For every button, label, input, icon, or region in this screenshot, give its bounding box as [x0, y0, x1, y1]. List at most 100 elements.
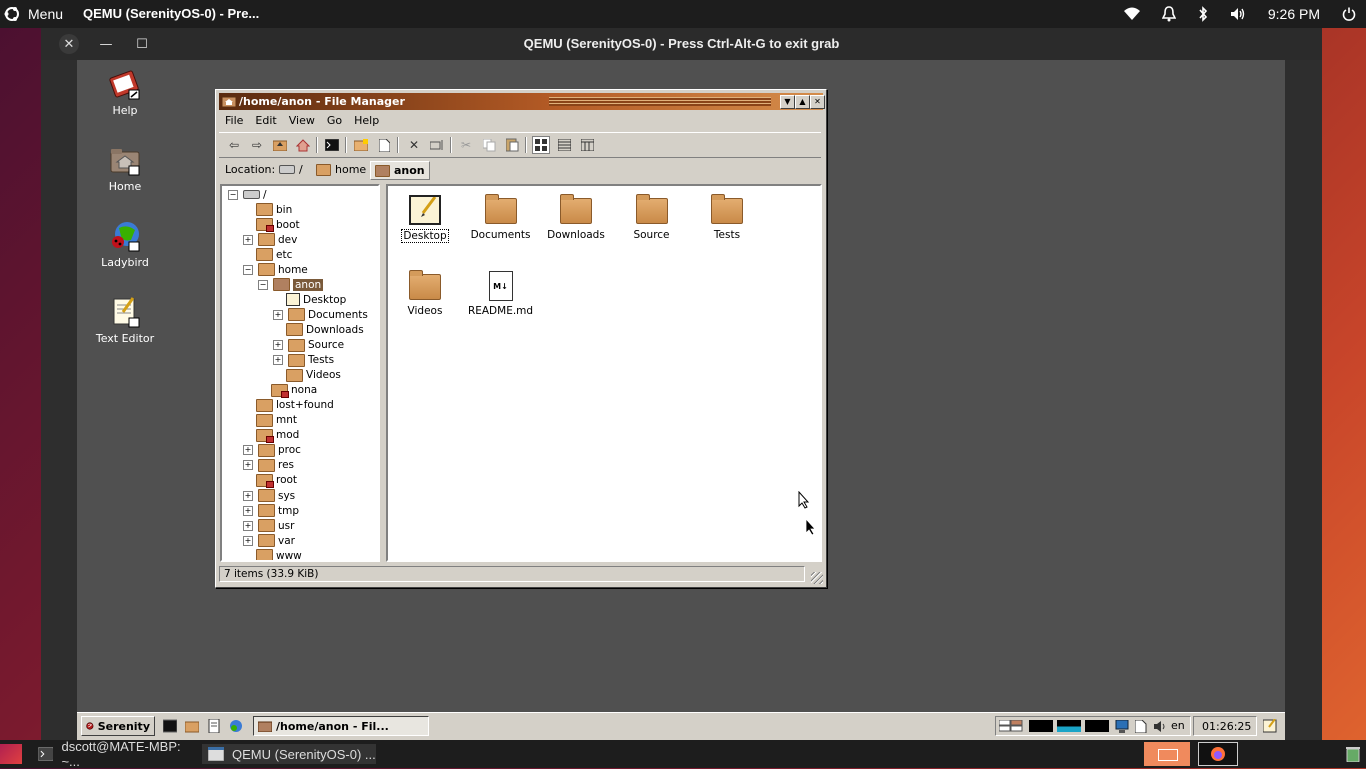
- home-icon[interactable]: [294, 136, 312, 154]
- trash-icon[interactable]: [1346, 746, 1360, 762]
- expand-icon[interactable]: +: [243, 490, 253, 501]
- tree-item-documents[interactable]: + Documents: [273, 307, 368, 322]
- breadcrumb-root[interactable]: /: [279, 161, 303, 178]
- forward-arrow-icon[interactable]: ⇨: [248, 136, 266, 154]
- desktop-icon-ladybird[interactable]: Ladybird: [85, 220, 165, 269]
- tree-item-videos[interactable]: Videos: [273, 368, 341, 383]
- breadcrumb-home[interactable]: home: [316, 161, 366, 178]
- tree-item-tmp[interactable]: + tmp: [243, 503, 299, 518]
- desktop-icon-home[interactable]: Home: [85, 144, 165, 193]
- bluetooth-icon[interactable]: [1198, 6, 1208, 22]
- tree-item-nona[interactable]: nona: [258, 383, 317, 398]
- directory-tree[interactable]: − / bin boot + dev etc − home − anon Desktop + Docume…: [220, 184, 380, 562]
- menu-go[interactable]: Go: [321, 112, 348, 130]
- terminal-icon[interactable]: [162, 719, 178, 733]
- tree-item-etc[interactable]: etc: [243, 247, 292, 262]
- copy-icon[interactable]: [480, 136, 498, 154]
- file-item-readme-md[interactable]: M↓ README.md: [466, 266, 536, 317]
- directory-icon-view[interactable]: Desktop Documents Downloads Source Tests Vide…: [386, 184, 822, 562]
- back-arrow-icon[interactable]: ⇦: [225, 136, 243, 154]
- tree-item-root[interactable]: root: [243, 473, 297, 488]
- main-menu-button[interactable]: Menu: [4, 4, 63, 24]
- taskbar-window-file-manager[interactable]: /home/anon - Fil...: [253, 716, 429, 736]
- qemu-titlebar[interactable]: ✕ — ☐ QEMU (SerenityOS-0) - Press Ctrl-A…: [41, 28, 1322, 60]
- columns-view-icon[interactable]: [578, 136, 596, 154]
- serenity-clock[interactable]: 01:26:25: [1193, 716, 1257, 736]
- workspace-1[interactable]: [1144, 742, 1190, 766]
- tree-item-sys[interactable]: + sys: [243, 488, 295, 503]
- cut-icon[interactable]: ✂: [457, 136, 475, 154]
- expand-icon[interactable]: +: [243, 445, 253, 456]
- power-icon[interactable]: [1342, 7, 1356, 21]
- menu-help[interactable]: Help: [348, 112, 385, 130]
- keymap-indicator[interactable]: en: [1171, 719, 1185, 732]
- expand-icon[interactable]: +: [273, 309, 283, 320]
- file-item-tests[interactable]: Tests: [692, 190, 762, 241]
- desktop-icon-text-editor[interactable]: Text Editor: [85, 296, 165, 345]
- expand-icon[interactable]: +: [243, 460, 253, 471]
- file-manager-titlebar[interactable]: /home/anon - File Manager ▼ ▲ ✕: [219, 93, 825, 110]
- cpu-graph[interactable]: [1029, 720, 1053, 732]
- close-icon[interactable]: ✕: [810, 95, 825, 109]
- expand-icon[interactable]: +: [243, 234, 253, 245]
- tree-item-root[interactable]: − /: [228, 187, 267, 202]
- taskbar-item-terminal[interactable]: dscott@MATE-MBP: ~...: [38, 739, 198, 769]
- tree-item-dev[interactable]: + dev: [243, 232, 297, 247]
- expand-icon[interactable]: +: [273, 355, 283, 366]
- tree-item-source[interactable]: + Source: [273, 338, 344, 353]
- new-folder-icon[interactable]: [352, 136, 370, 154]
- taskbar-item-qemu[interactable]: QEMU (SerenityOS-0) ...: [202, 744, 376, 764]
- clipboard-icon[interactable]: [1135, 720, 1147, 733]
- volume-icon[interactable]: [1153, 720, 1167, 733]
- menu-edit[interactable]: Edit: [249, 112, 282, 130]
- file-item-documents[interactable]: Documents: [466, 190, 536, 241]
- notification-bell-icon[interactable]: [1161, 6, 1176, 22]
- new-file-icon[interactable]: [375, 136, 393, 154]
- serenity-start-button[interactable]: Serenity: [81, 716, 155, 736]
- show-desktop-icon[interactable]: [0, 744, 22, 764]
- open-parent-icon[interactable]: [271, 136, 289, 154]
- network-icon[interactable]: [1115, 720, 1129, 733]
- tree-item-lost-found[interactable]: lost+found: [243, 398, 334, 413]
- icon-view-icon[interactable]: [532, 136, 550, 154]
- rename-icon[interactable]: [428, 136, 446, 154]
- file-item-downloads[interactable]: Downloads: [541, 190, 611, 241]
- expand-icon[interactable]: +: [273, 340, 283, 350]
- collapse-icon[interactable]: −: [243, 264, 253, 275]
- text-editor-icon[interactable]: [207, 718, 221, 734]
- tree-item-var[interactable]: + var: [243, 533, 295, 548]
- tree-item-www[interactable]: www: [243, 548, 302, 560]
- expand-icon[interactable]: +: [243, 535, 253, 546]
- tree-item-mod[interactable]: mod: [243, 428, 299, 443]
- wifi-icon[interactable]: [1123, 7, 1140, 21]
- desktop-switcher-icon[interactable]: [999, 720, 1023, 732]
- tree-item-res[interactable]: + res: [243, 458, 294, 473]
- tree-item-proc[interactable]: + proc: [243, 443, 301, 458]
- memory-graph[interactable]: [1057, 720, 1081, 732]
- file-item-desktop[interactable]: Desktop: [390, 190, 460, 243]
- delete-icon[interactable]: ✕: [405, 136, 423, 154]
- desktop-icon-help[interactable]: Help: [85, 68, 165, 117]
- breadcrumb-anon[interactable]: anon: [370, 161, 430, 180]
- tree-item-desktop[interactable]: Desktop: [273, 292, 346, 307]
- menu-file[interactable]: File: [219, 112, 249, 130]
- network-graph[interactable]: [1085, 720, 1109, 732]
- tree-item-bin[interactable]: bin: [243, 202, 292, 217]
- file-item-source[interactable]: Source: [617, 190, 687, 241]
- top-clock[interactable]: 9:26 PM: [1268, 6, 1320, 22]
- tree-item-home[interactable]: − home: [243, 262, 308, 277]
- expand-icon[interactable]: +: [243, 520, 253, 531]
- tree-item-mnt[interactable]: mnt: [243, 413, 297, 428]
- menu-view[interactable]: View: [283, 112, 321, 130]
- workspace-2[interactable]: [1198, 742, 1238, 766]
- tree-item-boot[interactable]: boot: [243, 217, 300, 233]
- volume-icon[interactable]: [1230, 7, 1246, 21]
- notes-icon[interactable]: [1263, 719, 1277, 733]
- collapse-icon[interactable]: −: [228, 189, 238, 200]
- tree-item-downloads[interactable]: Downloads: [273, 322, 364, 337]
- minimize-icon[interactable]: ▼: [780, 95, 795, 109]
- ladybird-browser-icon[interactable]: [229, 719, 243, 733]
- expand-icon[interactable]: +: [243, 505, 253, 516]
- file-manager-icon[interactable]: [184, 719, 200, 733]
- active-window-title[interactable]: QEMU (SerenityOS-0) - Pre...: [83, 6, 259, 21]
